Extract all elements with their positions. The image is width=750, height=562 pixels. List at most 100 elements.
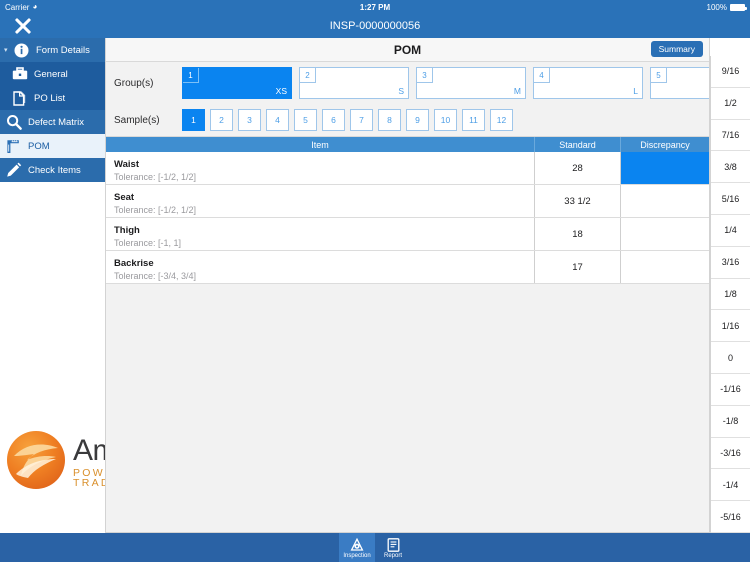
sample-box[interactable]: 4 [266, 109, 289, 131]
group-box[interactable]: 4L [533, 67, 643, 99]
groups-row: Group(s) 1 XS 2 S 3 M 4 L 5 [106, 62, 709, 104]
fraction-option[interactable]: 0 [711, 342, 750, 374]
column-header-discrepancy: Discrepancy [620, 137, 709, 152]
content-header: POM Summary [106, 38, 709, 62]
page-title: POM [393, 43, 422, 57]
briefcase-icon [10, 65, 29, 83]
fraction-option[interactable]: -1/16 [711, 374, 750, 406]
document-icon [10, 89, 29, 107]
tab-inspection[interactable]: Inspection [339, 533, 375, 562]
sample-box[interactable]: 1 [182, 109, 205, 131]
group-number: 1 [183, 68, 199, 83]
sample-box[interactable]: 6 [322, 109, 345, 131]
fraction-option[interactable]: 5/16 [711, 183, 750, 215]
group-size-label: XS [275, 86, 287, 96]
cell-discrepancy[interactable] [620, 251, 709, 283]
cell-item: Waist Tolerance: [-1/2, 1/2] [106, 152, 534, 184]
table-row: Seat Tolerance: [-1/2, 1/2] 33 1/2 [106, 185, 709, 218]
search-icon [4, 113, 23, 131]
nav-bar: INSP-0000000056 [0, 14, 750, 38]
item-tolerance: Tolerance: [-3/4, 3/4] [114, 270, 197, 281]
item-name: Seat [114, 191, 135, 203]
fraction-option[interactable]: -5/16 [711, 501, 750, 533]
amber-road-swoosh-logo [7, 431, 65, 489]
samples-row: Sample(s) 1 2 3 4 5 6 7 8 9 10 11 12 [106, 104, 709, 136]
group-box[interactable]: 1 XS [182, 67, 292, 99]
inspection-number-title: INSP-0000000056 [329, 20, 421, 32]
group-size-label: L [633, 86, 638, 96]
status-bar-time: 1:27 PM [359, 2, 391, 12]
column-header-item: Item [311, 139, 329, 150]
fraction-option[interactable]: 1/2 [711, 88, 750, 120]
sidebar-item-label: PO List [34, 92, 66, 104]
sample-box[interactable]: 3 [238, 109, 261, 131]
sample-box[interactable]: 12 [490, 109, 513, 131]
chevron-down-icon: ▾ [4, 46, 8, 54]
table-header-row: Item Standard Discrepancy [106, 137, 709, 152]
sidebar-item-label: Form Details [36, 44, 90, 56]
group-number: 5 [651, 68, 667, 83]
cell-discrepancy[interactable] [620, 218, 709, 250]
cell-item: Backrise Tolerance: [-3/4, 3/4] [106, 251, 534, 283]
fraction-option[interactable]: 1/8 [711, 279, 750, 311]
fraction-option[interactable]: 9/16 [711, 56, 750, 88]
fraction-option[interactable]: 1/4 [711, 215, 750, 247]
item-tolerance: Tolerance: [-1/2, 1/2] [114, 171, 197, 182]
inspection-icon [350, 537, 364, 552]
groups-label: Group(s) [114, 77, 154, 89]
fraction-option[interactable]: -3/16 [711, 438, 750, 470]
group-box[interactable]: 5 [650, 67, 709, 99]
sidebar-item-label: Defect Matrix [28, 116, 84, 128]
sample-box[interactable]: 7 [350, 109, 373, 131]
cell-standard: 18 [534, 218, 620, 250]
sidebar-item-label: General [34, 68, 68, 80]
sample-box[interactable]: 2 [210, 109, 233, 131]
fraction-option[interactable]: 7/16 [711, 120, 750, 152]
info-icon [12, 41, 31, 59]
samples-label: Sample(s) [114, 114, 160, 126]
tab-bar: Inspection Report [0, 533, 750, 562]
group-number: 2 [300, 68, 316, 83]
sample-box[interactable]: 10 [434, 109, 457, 131]
sample-box[interactable]: 11 [462, 109, 485, 131]
sidebar-item-po-list[interactable]: PO List [0, 86, 105, 110]
sample-box[interactable]: 9 [406, 109, 429, 131]
group-box[interactable]: 2S [299, 67, 409, 99]
fraction-option[interactable]: -1/8 [711, 406, 750, 438]
group-number: 3 [417, 68, 433, 83]
item-name: Backrise [114, 257, 154, 269]
sample-box[interactable]: 8 [378, 109, 401, 131]
cell-standard: 17 [534, 251, 620, 283]
cell-discrepancy[interactable] [620, 185, 709, 217]
item-name: Thigh [114, 224, 140, 236]
battery-icon [730, 3, 747, 11]
sidebar-item-general[interactable]: General [0, 62, 105, 86]
cell-item: Thigh Tolerance: [-1, 1] [106, 218, 534, 250]
fraction-option[interactable]: 3/8 [711, 151, 750, 184]
group-size-label: S [398, 86, 404, 96]
ruler-icon [4, 137, 23, 155]
sidebar-item-form-details[interactable]: ▾ Form Details [0, 38, 105, 62]
sidebar-item-pom[interactable]: POM [0, 134, 105, 158]
item-tolerance: Tolerance: [-1, 1] [114, 237, 182, 248]
fraction-picker[interactable]: 9/16 1/2 7/16 3/8 5/16 1/4 3/16 1/8 1/16 0 -1/16 -1… [710, 56, 750, 533]
tab-report[interactable]: Report [375, 533, 411, 562]
group-size-label: M [513, 86, 521, 96]
fraction-option[interactable]: 3/16 [711, 247, 750, 279]
app-root: Carrier ◕ 1:27 PM 100% INSP-0000000056 ▾… [0, 0, 750, 562]
group-box[interactable]: 3M [416, 67, 526, 99]
table-row: Backrise Tolerance: [-3/4, 3/4] 17 [106, 251, 709, 284]
fraction-option[interactable]: -1/4 [711, 469, 750, 502]
sidebar-item-label: Check Items [28, 164, 81, 176]
groups-selector: 1 XS 2 S 3 M 4 L 5 [182, 67, 709, 99]
sample-box[interactable]: 5 [294, 109, 317, 131]
table-row: Waist Tolerance: [-1/2, 1/2] 28 [106, 152, 709, 185]
samples-selector: 1 2 3 4 5 6 7 8 9 10 11 12 [182, 109, 513, 131]
sidebar-item-defect-matrix[interactable]: Defect Matrix [0, 110, 105, 134]
tab-label: Inspection [343, 552, 371, 559]
fraction-option[interactable]: 1/16 [711, 310, 750, 343]
content-panel: POM Summary Group(s) 1 XS 2 S 3 M 4 L 5 Sample(s… [105, 38, 710, 533]
summary-button[interactable]: Summary [650, 41, 703, 57]
sidebar-item-check-items[interactable]: Check Items [0, 158, 105, 182]
cell-discrepancy[interactable] [620, 152, 709, 184]
